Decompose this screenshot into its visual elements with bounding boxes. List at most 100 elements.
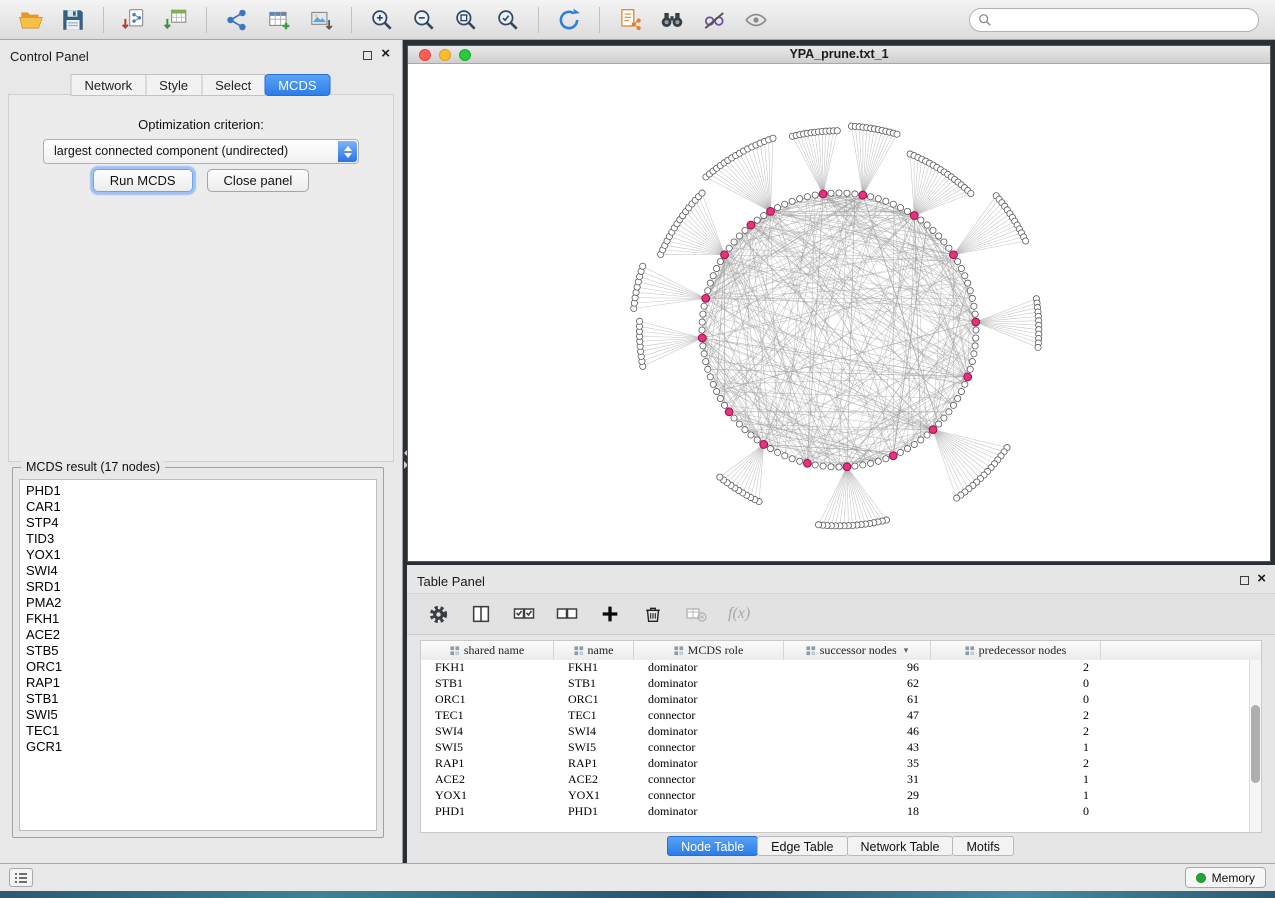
show-details-icon[interactable] [741,5,771,35]
criterion-dropdown[interactable]: largest connected component (undirected) [43,139,359,164]
open-session-icon[interactable] [16,5,46,35]
table-row[interactable]: SWI5SWI5connector431 [421,740,1261,756]
deselect-all-icon[interactable] [554,601,580,627]
close-panel-button[interactable]: Close panel [207,169,310,192]
search-input[interactable] [992,13,1250,27]
import-table-icon[interactable] [161,5,191,35]
mcds-result-item[interactable]: ACE2 [26,627,376,643]
table-row[interactable]: SWI4SWI4dominator462 [421,724,1261,740]
mcds-result-item[interactable]: STP4 [26,515,376,531]
table-row[interactable]: ORC1ORC1dominator610 [421,692,1261,708]
delete-column-trash-icon[interactable] [640,601,666,627]
cell-name: FKH1 [554,660,634,676]
table-tab-network-table[interactable]: Network Table [847,836,954,856]
column-attribute-icon [450,646,460,656]
memory-button[interactable]: Memory [1185,867,1266,888]
search-network-icon[interactable] [657,5,687,35]
cell-mcds-role: dominator [634,756,784,772]
cell-predecessor-nodes: 2 [931,724,1101,740]
mcds-result-item[interactable]: ORC1 [26,659,376,675]
zoom-fit-icon[interactable] [451,5,481,35]
maximize-window-icon[interactable] [459,49,471,61]
export-image-icon[interactable] [306,5,336,35]
cell-successor-nodes: 47 [784,708,931,724]
toolbar-separator [538,7,539,33]
memory-status-icon [1196,873,1206,883]
toolbar-separator [206,7,207,33]
mcds-result-item[interactable]: PHD1 [26,483,376,499]
network-canvas[interactable] [408,64,1270,561]
mcds-tab-pane: Optimization criterion: largest connecte… [8,94,394,462]
show-columns-icon[interactable] [468,601,494,627]
minimize-window-icon[interactable] [439,49,451,61]
new-network-icon[interactable] [222,5,252,35]
float-panel-icon[interactable] [363,51,372,60]
mcds-result-item[interactable]: RAP1 [26,675,376,691]
table-row[interactable]: RAP1RAP1dominator352 [421,756,1261,772]
search-box[interactable] [969,8,1259,32]
close-window-icon[interactable] [419,49,431,61]
table-tab-motifs[interactable]: Motifs [952,836,1013,856]
sort-caret-icon[interactable]: ▾ [904,645,909,656]
table-row[interactable]: ACE2ACE2connector311 [421,772,1261,788]
refresh-layout-icon[interactable] [554,5,584,35]
network-window-titlebar[interactable]: YPA_prune.txt_1 [408,46,1270,64]
column-header-predecessor-nodes[interactable]: predecessor nodes [931,641,1101,660]
column-header-successor-nodes[interactable]: successor nodes▾ [784,641,931,660]
scrollbar-thumb[interactable] [1251,705,1260,783]
column-header-name[interactable]: name [554,641,634,660]
table-row[interactable]: STB1STB1dominator620 [421,676,1261,692]
zoom-selected-icon[interactable] [493,5,523,35]
cell-shared-name: TEC1 [421,708,554,724]
list-icon [14,872,28,884]
mcds-result-item[interactable]: CAR1 [26,499,376,515]
import-network-icon[interactable] [119,5,149,35]
table-options-gear-icon[interactable] [425,601,451,627]
network-window-title: YPA_prune.txt_1 [408,46,1270,63]
mcds-result-item[interactable]: TEC1 [26,723,376,739]
mcds-result-item[interactable]: TID3 [26,531,376,547]
table-tab-node-table[interactable]: Node Table [667,836,758,856]
new-table-icon[interactable] [264,5,294,35]
hide-details-icon[interactable] [699,5,729,35]
mcds-result-list[interactable]: PHD1CAR1STP4TID3YOX1SWI4SRD1PMA2FKH1ACE2… [19,479,377,831]
mcds-result-item[interactable]: SWI4 [26,563,376,579]
mcds-result-item[interactable]: PMA2 [26,595,376,611]
column-header-mcds-role[interactable]: MCDS role [634,641,784,660]
cell-name: SWI4 [554,724,634,740]
cell-shared-name: SWI4 [421,724,554,740]
mcds-result-item[interactable]: STB1 [26,691,376,707]
table-toolbar: f(x) [407,593,1275,635]
save-session-icon[interactable] [58,5,88,35]
share-document-icon[interactable] [615,5,645,35]
table-row[interactable]: TEC1TEC1connector472 [421,708,1261,724]
column-header-shared-name[interactable]: shared name [421,641,554,660]
table-row[interactable]: FKH1FKH1dominator962 [421,660,1261,676]
control-tab-select[interactable]: Select [201,74,265,96]
mcds-result-item[interactable]: FKH1 [26,611,376,627]
zoom-in-icon[interactable] [367,5,397,35]
table-row[interactable]: YOX1YOX1connector291 [421,788,1261,804]
table-panel: Table Panel × f(x) [407,565,1275,863]
control-tab-mcds[interactable]: MCDS [264,74,330,96]
add-column-plus-icon[interactable] [597,601,623,627]
mcds-result-item[interactable]: GCR1 [26,739,376,755]
cell-shared-name: FKH1 [421,660,554,676]
mcds-result-item[interactable]: SWI5 [26,707,376,723]
mcds-result-item[interactable]: SRD1 [26,579,376,595]
control-tab-style[interactable]: Style [145,74,202,96]
table-scrollbar[interactable] [1249,660,1261,832]
select-all-icon[interactable] [511,601,537,627]
run-mcds-button[interactable]: Run MCDS [93,169,193,192]
mcds-result-item[interactable]: STB5 [26,643,376,659]
cell-predecessor-nodes: 1 [931,788,1101,804]
control-tab-network[interactable]: Network [70,74,146,96]
status-menu-button[interactable] [9,868,33,887]
float-panel-icon[interactable] [1240,576,1249,585]
table-tab-edge-table[interactable]: Edge Table [757,836,847,856]
close-panel-icon[interactable]: × [381,45,390,63]
close-panel-icon[interactable]: × [1257,570,1266,588]
table-row[interactable]: PHD1PHD1dominator180 [421,804,1261,820]
zoom-out-icon[interactable] [409,5,439,35]
mcds-result-item[interactable]: YOX1 [26,547,376,563]
